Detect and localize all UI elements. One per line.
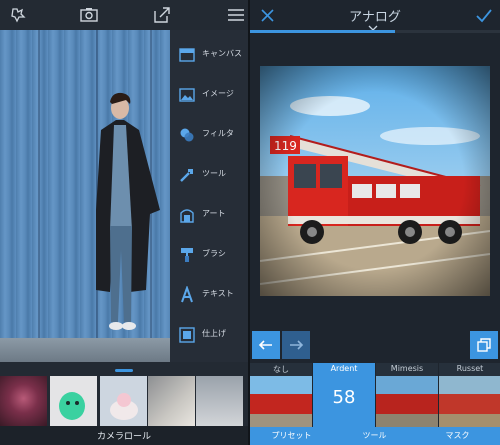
editor-top-bar: アナログ bbox=[250, 0, 500, 31]
tool-canvas[interactable]: キャンバス bbox=[170, 38, 248, 74]
tool-label: 仕上げ bbox=[202, 329, 226, 338]
tool-text[interactable]: テキスト bbox=[170, 278, 248, 314]
tab-presets[interactable]: プリセット bbox=[250, 430, 333, 441]
compare-button[interactable] bbox=[470, 331, 498, 359]
camera-roll-thumbnail[interactable] bbox=[50, 376, 97, 426]
preset-none[interactable]: なし bbox=[250, 363, 312, 427]
preset-thumbnail bbox=[250, 376, 312, 427]
person-figure bbox=[96, 92, 160, 330]
tool-label: イメージ bbox=[202, 89, 234, 98]
art-icon bbox=[178, 206, 196, 224]
share-icon[interactable] bbox=[152, 5, 172, 25]
image-icon bbox=[178, 86, 196, 104]
filter-strength-progress bbox=[250, 30, 500, 33]
tool-label: ツール bbox=[202, 169, 226, 178]
preset-name: Russet bbox=[456, 364, 484, 373]
tool-panel: キャンバス イメージ フィルタ ツール アート ブラシ テキスト 仕上げ bbox=[170, 30, 248, 362]
camera-icon[interactable] bbox=[79, 5, 99, 25]
drawer-handle[interactable] bbox=[115, 369, 133, 372]
tool-brush[interactable]: ブラシ bbox=[170, 238, 248, 274]
tool-filter[interactable]: フィルタ bbox=[170, 118, 248, 154]
edited-photo: 119 bbox=[260, 66, 490, 296]
main-photo bbox=[0, 30, 170, 362]
left-screen: キャンバス イメージ フィルタ ツール アート ブラシ テキスト 仕上げ カメラ… bbox=[0, 0, 248, 445]
camera-roll-bar[interactable]: カメラロール bbox=[0, 426, 248, 445]
finish-icon bbox=[178, 326, 196, 344]
chevron-down-icon[interactable] bbox=[366, 18, 380, 31]
camera-roll-strip bbox=[0, 376, 248, 426]
tool-label: ブラシ bbox=[202, 249, 226, 258]
redo-button[interactable] bbox=[282, 331, 310, 359]
progress-fill bbox=[250, 30, 395, 33]
text-icon bbox=[178, 285, 196, 304]
preset-thumbnail bbox=[376, 376, 438, 427]
canvas-icon bbox=[178, 46, 196, 64]
preset-strip: なし Ardent 58 Mimesis Russet bbox=[250, 363, 500, 427]
tool-icon bbox=[178, 166, 196, 184]
menu-icon[interactable] bbox=[226, 5, 246, 25]
close-icon[interactable] bbox=[258, 6, 278, 26]
tool-label: キャンバス bbox=[202, 49, 242, 58]
tool-label: フィルタ bbox=[202, 129, 234, 138]
preset-mimesis[interactable]: Mimesis bbox=[376, 363, 438, 427]
preset-name: なし bbox=[273, 365, 289, 374]
undo-button[interactable] bbox=[252, 331, 280, 359]
preset-strength-value: 58 bbox=[332, 387, 356, 408]
tab-mask[interactable]: マスク bbox=[416, 430, 499, 441]
app-logo-icon[interactable] bbox=[8, 5, 28, 25]
tool-art[interactable]: アート bbox=[170, 198, 248, 234]
right-screen: アナログ なし Ardent 58 Mimesis Russet プリセット ツ… bbox=[250, 0, 500, 445]
camera-roll-thumbnail[interactable] bbox=[0, 376, 47, 426]
tool-image[interactable]: イメージ bbox=[170, 78, 248, 114]
brush-icon bbox=[178, 246, 196, 264]
tool-label: アート bbox=[202, 209, 226, 218]
camera-roll-label: カメラロール bbox=[96, 432, 151, 442]
camera-roll-thumbnail[interactable] bbox=[148, 376, 195, 426]
preset-name: Mimesis bbox=[390, 364, 424, 373]
tool-label: テキスト bbox=[202, 289, 234, 298]
preset-ardent[interactable]: Ardent 58 bbox=[313, 363, 375, 427]
confirm-check-icon[interactable] bbox=[474, 6, 494, 26]
tab-tools[interactable]: ツール bbox=[333, 430, 416, 441]
camera-roll-thumbnail[interactable] bbox=[100, 376, 147, 426]
tool-tools[interactable]: ツール bbox=[170, 158, 248, 194]
preset-name: Ardent bbox=[330, 364, 358, 373]
preset-russet[interactable]: Russet bbox=[439, 363, 500, 427]
filter-icon bbox=[178, 126, 196, 144]
left-top-bar bbox=[0, 0, 248, 30]
preset-thumbnail bbox=[439, 376, 500, 427]
camera-roll-thumbnail[interactable] bbox=[196, 376, 243, 426]
editor-tab-bar: プリセット ツール マスク bbox=[250, 427, 500, 445]
tool-finish[interactable]: 仕上げ bbox=[170, 318, 248, 354]
